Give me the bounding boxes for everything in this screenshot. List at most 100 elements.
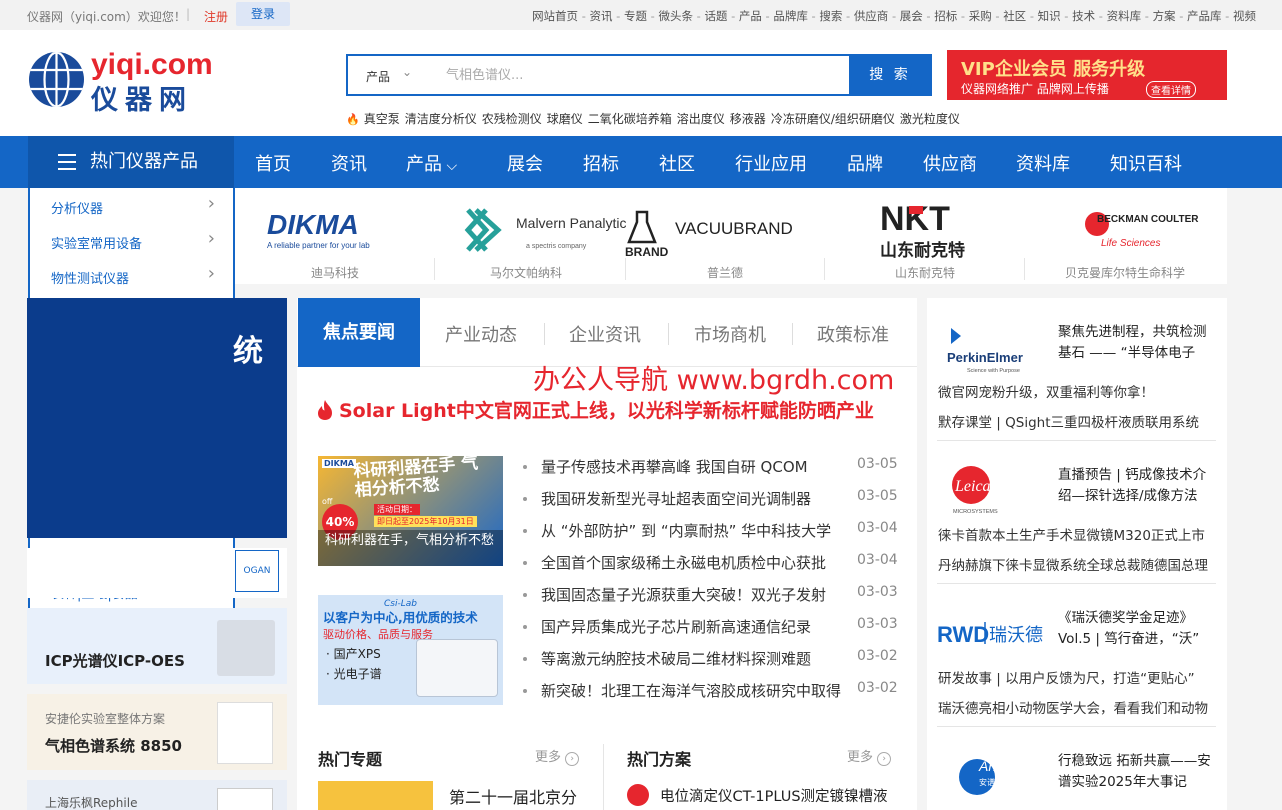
top-link[interactable]: 品牌库	[773, 9, 808, 23]
tab-policy[interactable]: 政策标准	[817, 321, 889, 347]
news-thumb-xps[interactable]: Csi-Lab 以客户为中心,用优质的技术 驱动价格、品质与服务 · 国产XPS…	[318, 595, 503, 705]
news-title[interactable]: 量子传感技术再攀高峰 我国自研 QCOM	[541, 456, 847, 477]
top-link[interactable]: 招标	[934, 9, 957, 23]
search-input[interactable]	[446, 64, 826, 86]
promo-banner-top[interactable]: 统	[27, 298, 287, 538]
nav-item[interactable]: 知识百科	[1110, 150, 1182, 176]
right-link[interactable]: 默存课堂 | QSight三重四极杆液质联用系统	[938, 411, 1218, 431]
hot-keyword[interactable]: 真空泵	[364, 112, 400, 126]
tab-focus-news[interactable]: 焦点要闻	[298, 298, 420, 367]
brand-card[interactable]: NKT 山东耐克特 山东耐克特	[825, 188, 1025, 284]
nav-item[interactable]: 资讯	[331, 150, 367, 176]
news-item[interactable]: 全国首个国家级稀土永磁电机质检中心获批 03-04	[523, 552, 903, 574]
right-link[interactable]: 瑞沃德亮相小动物医学大会，看看我们和动物	[938, 697, 1218, 717]
tab-enterprise[interactable]: 企业资讯	[569, 321, 641, 347]
news-item[interactable]: 新突破！北理工在海洋气溶胶成核研究中取得 03-02	[523, 680, 903, 702]
top-link[interactable]: 话题	[704, 9, 727, 23]
topic-thumb[interactable]	[318, 781, 433, 810]
nav-item[interactable]: 首页	[255, 150, 291, 176]
hot-keyword[interactable]: 激光粒度仪	[900, 112, 960, 126]
news-item[interactable]: 国产异质集成光子芯片刷新高速通信纪录 03-03	[523, 616, 903, 638]
news-title[interactable]: 我国研发新型光寻址超表面空间光调制器	[541, 488, 847, 509]
hot-keyword[interactable]: 移液器	[730, 112, 766, 126]
nav-item[interactable]: 产品 ⌵	[406, 150, 457, 176]
headline[interactable]: Solar Light中文官网正式上线，以光科学新标杆赋能防晒产业	[315, 396, 874, 423]
hot-keyword[interactable]: 清洁度分析仪	[405, 112, 477, 126]
leica-logo[interactable]: Leica MICROSYSTEMS	[937, 463, 1037, 519]
hot-topics-more[interactable]: 更多 ›	[535, 746, 580, 766]
news-item[interactable]: 量子传感技术再攀高峰 我国自研 QCOM 03-05	[523, 456, 903, 478]
brand-card[interactable]: Malvern Panalytical a spectris company 马尔文…	[426, 188, 637, 284]
top-link[interactable]: 资料库	[1107, 9, 1142, 23]
search-category[interactable]: 产品	[366, 68, 390, 85]
category-item[interactable]: 实验室常用设备 ›	[30, 223, 235, 258]
top-link[interactable]: 采购	[969, 9, 992, 23]
promo-rephile[interactable]: 上海乐枫Rephile	[27, 780, 287, 810]
top-link[interactable]: 微头条	[658, 9, 693, 23]
vip-banner[interactable]: VIP企业会员 服务升级 仪器网络推广 品牌网上传播 查看详情	[947, 50, 1227, 100]
news-item[interactable]: 从 “外部防护” 到 “内禀耐热” 华中科技大学 03-04	[523, 520, 903, 542]
news-item[interactable]: 我国固态量子光源获重大突破！双光子发射 03-03	[523, 584, 903, 606]
nav-item[interactable]: 品牌	[847, 150, 883, 176]
anpel-logo[interactable]: Anpel 安谱实验	[937, 749, 1037, 805]
site-logo[interactable]: yiqi.com 仪器网	[29, 48, 229, 116]
news-title[interactable]: 我国固态量子光源获重大突破！双光子发射	[541, 584, 847, 605]
hot-keyword[interactable]: 农残检测仪	[482, 112, 542, 126]
vip-cta[interactable]: 查看详情	[1146, 81, 1196, 98]
top-link[interactable]: 资讯	[590, 9, 613, 23]
news-thumb-gc[interactable]: DIKMA 科研利器在手 气相分析不愁 40% off 活动日期： 即日起至20…	[318, 456, 503, 566]
top-link[interactable]: 供应商	[854, 9, 889, 23]
right-title[interactable]: 聚焦先进制程，共筑检测基石 —— “半导体电子	[1058, 322, 1218, 364]
news-title[interactable]: 新突破！北理工在海洋气溶胶成核研究中取得	[541, 680, 847, 701]
nav-item[interactable]: 资料库	[1016, 150, 1070, 176]
hot-keyword[interactable]: 二氧化碳培养箱	[588, 112, 672, 126]
hot-solutions-more[interactable]: 更多 ›	[847, 746, 892, 766]
news-item[interactable]: 等离激元纳腔技术破局二维材料探测难题 03-02	[523, 648, 903, 670]
register-link[interactable]: 注册	[204, 8, 228, 25]
top-link[interactable]: 产品库	[1187, 9, 1222, 23]
top-link[interactable]: 视频	[1233, 9, 1256, 23]
top-link[interactable]: 展会	[900, 9, 923, 23]
top-link[interactable]: 技术	[1072, 9, 1095, 23]
rwd-logo[interactable]: RWD 瑞沃德	[937, 606, 1043, 662]
chevron-down-icon[interactable]: ⌄	[402, 65, 412, 79]
hot-keyword[interactable]: 溶出度仪	[677, 112, 725, 126]
top-link[interactable]: 知识	[1038, 9, 1061, 23]
top-link[interactable]: 方案	[1153, 9, 1176, 23]
news-title[interactable]: 全国首个国家级稀土永磁电机质检中心获批	[541, 552, 847, 573]
top-link[interactable]: 网站首页	[532, 9, 578, 23]
promo-gc[interactable]: 安捷伦实验室整体方案 气相色谱系统 8850	[27, 694, 287, 770]
right-title[interactable]: 《瑞沃德奖学金足迹》Vol.5 | 笃行奋进，“沃”	[1058, 608, 1218, 650]
top-link[interactable]: 社区	[1003, 9, 1026, 23]
nav-item[interactable]: 供应商	[923, 150, 977, 176]
hot-keyword[interactable]: 球磨仪	[547, 112, 583, 126]
nav-item[interactable]: 招标	[583, 150, 619, 176]
right-link[interactable]: 研发故事 | 以用户反馈为尺，打造“更贴心”	[938, 667, 1218, 687]
news-title[interactable]: 国产异质集成光子芯片刷新高速通信纪录	[541, 616, 847, 637]
promo-logo-box[interactable]: OGAN	[27, 548, 287, 598]
tab-market[interactable]: 市场商机	[694, 321, 766, 347]
right-link[interactable]: 徕卡首款本土生产手术显微镜M320正式上市	[938, 524, 1218, 544]
category-item[interactable]: 物性测试仪器 ›	[30, 258, 235, 293]
search-button[interactable]: 搜 索	[849, 54, 931, 96]
brand-card[interactable]: VACUUBRAND BRAND 普兰德	[625, 188, 825, 284]
topic-item[interactable]: 第二十一届北京分	[449, 784, 577, 808]
top-link[interactable]: 专题	[624, 9, 647, 23]
category-item[interactable]: 分析仪器 ›	[30, 188, 235, 223]
nav-item[interactable]: 展会	[507, 150, 543, 176]
nav-item[interactable]: 社区	[659, 150, 695, 176]
news-title[interactable]: 等离激元纳腔技术破局二维材料探测难题	[541, 648, 847, 669]
promo-icp[interactable]: ICP光谱仪ICP-OES	[27, 608, 287, 684]
nav-item[interactable]: 行业应用	[735, 150, 807, 176]
right-link[interactable]: 微官网宠粉升级，双重福利等你拿！	[938, 381, 1218, 401]
hot-products-menu[interactable]: 热门仪器产品	[28, 136, 234, 188]
right-title[interactable]: 行稳致远 拓新共赢——安谱实验2025年大事记	[1058, 751, 1218, 793]
solution-item[interactable]: 电位滴定仪CT-1PLUS测定镀镍槽液	[660, 785, 900, 806]
hot-keyword[interactable]: 冷冻研磨仪/组织研磨仪	[771, 112, 895, 126]
tab-industry[interactable]: 产业动态	[445, 321, 517, 347]
right-title[interactable]: 直播预告 | 钙成像技术介绍—探针选择/成像方法	[1058, 465, 1218, 507]
perkinelmer-logo[interactable]: PerkinElmer Science with Purpose	[937, 320, 1037, 376]
right-link[interactable]: 丹纳赫旗下徕卡显微系统全球总裁随德国总理	[938, 554, 1218, 574]
top-link[interactable]: 产品	[739, 9, 762, 23]
top-link[interactable]: 搜索	[819, 9, 842, 23]
